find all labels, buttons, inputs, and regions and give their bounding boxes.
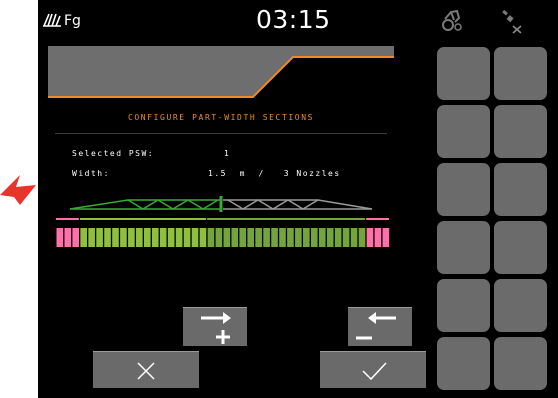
clock: 03:15 [256, 5, 331, 34]
dialog-header [48, 46, 394, 98]
nozzle-cell [350, 228, 358, 247]
nozzle-cell [310, 228, 318, 247]
softkey-6a[interactable] [437, 337, 490, 390]
width-value: 1.5 m / 3 Nozzles [208, 169, 341, 178]
selected-psw-label: Selected PSW: [72, 149, 155, 158]
softkey-3a[interactable] [437, 163, 490, 216]
nozzle-cell [199, 228, 207, 247]
arrow-left-minus-icon [356, 312, 396, 340]
arrow-right-plus-icon [201, 312, 231, 344]
tractor-icon[interactable] [441, 8, 463, 32]
nozzle-cell [175, 228, 183, 247]
softkey-6b[interactable] [494, 337, 547, 390]
nozzle-cell [64, 228, 72, 247]
boom-right-inactive [223, 199, 373, 210]
nozzle-cell [183, 228, 191, 247]
nozzle-cell [358, 228, 366, 247]
nozzle-cell [255, 228, 262, 247]
softkey-2b[interactable] [494, 105, 547, 158]
nozzle-cell [215, 228, 223, 247]
title-divider [55, 133, 387, 134]
close-icon [137, 362, 155, 380]
nozzle-cell [374, 228, 382, 247]
nozzle-cell [318, 228, 326, 247]
annotation-arrow-icon [0, 175, 36, 205]
softkey-4a[interactable] [437, 221, 490, 274]
nozzle-cell [80, 228, 88, 247]
sprayer-mode-icon[interactable] [42, 12, 62, 28]
nozzle-cell [191, 228, 199, 247]
nozzle-cell [167, 228, 175, 247]
section-band [79, 218, 207, 220]
nozzle-cell [326, 228, 334, 247]
section-band [56, 218, 79, 220]
nozzle-cell [136, 228, 143, 247]
nozzle-cell [271, 228, 278, 247]
nozzle-cell [112, 228, 119, 247]
add-section-right-button[interactable] [183, 307, 247, 346]
nozzle-cell [96, 228, 103, 247]
nozzle-cell [72, 228, 80, 247]
nozzle-cell [279, 228, 286, 247]
section-band [366, 218, 389, 220]
cancel-button[interactable] [93, 351, 199, 388]
nozzle-cell [151, 228, 159, 247]
terminal: Fg 03:15 CONFIGURE PART-WIDTH SECTIONS S… [38, 0, 558, 398]
nozzle-cell [104, 228, 111, 247]
nozzle-cell [143, 228, 151, 247]
nozzle-cell [263, 228, 270, 247]
satellite-off-icon[interactable] [500, 8, 524, 34]
selected-psw-value: 1 [224, 149, 231, 158]
nozzle-cell [366, 228, 374, 247]
boom-diagram [69, 196, 373, 212]
nozzle-cell [247, 228, 255, 247]
softkey-4b[interactable] [494, 221, 547, 274]
softkey-1b[interactable] [494, 47, 547, 100]
nozzle-cell [223, 228, 231, 247]
nozzle-cell [56, 228, 64, 247]
mode-label: Fg [64, 13, 81, 29]
nozzle-cell [303, 228, 310, 247]
section-band [207, 218, 366, 220]
softkey-3b[interactable] [494, 163, 547, 216]
nozzle-cell [295, 228, 302, 247]
softkey-5b[interactable] [494, 279, 547, 332]
nozzle-cell [287, 228, 294, 247]
remove-section-left-button[interactable] [348, 307, 412, 346]
nozzle-cell [88, 228, 95, 247]
confirm-button[interactable] [320, 351, 426, 388]
softkey-5a[interactable] [437, 279, 490, 332]
nozzle-cell [128, 228, 135, 247]
status-bar: Fg 03:15 [38, 0, 558, 44]
nozzle-cell [342, 228, 350, 247]
checkmark-icon [362, 362, 387, 381]
nozzle-cell [231, 228, 239, 247]
width-label: Width: [72, 169, 110, 178]
nozzle-cell [207, 228, 215, 247]
softkey-1a[interactable] [437, 47, 490, 100]
section-strip [56, 218, 390, 247]
nozzle-cell [159, 228, 167, 247]
softkey-2a[interactable] [437, 105, 490, 158]
boom-left-active [69, 196, 223, 212]
page-title: CONFIGURE PART-WIDTH SECTIONS [127, 113, 315, 122]
nozzle-cell [239, 228, 247, 247]
nozzle-cell [120, 228, 127, 247]
nozzle-cell [382, 228, 390, 247]
nozzle-cell [334, 228, 342, 247]
